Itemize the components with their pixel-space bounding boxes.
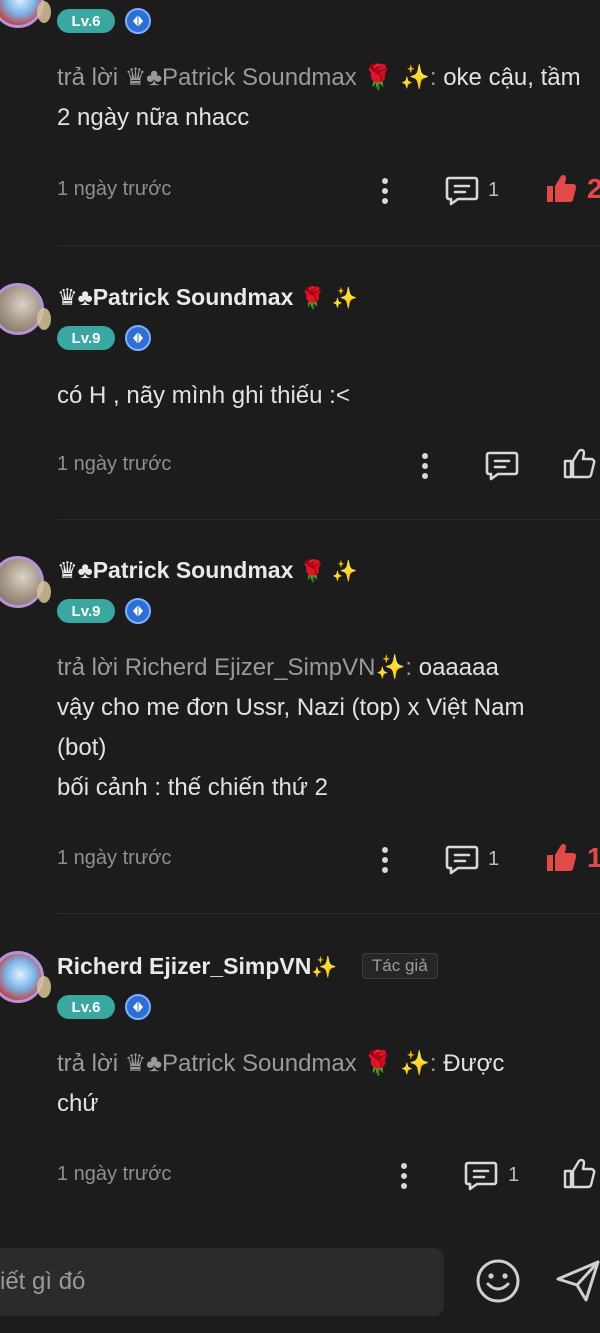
username[interactable]: Richerd Ejizer_SimpVN✨ Tác giả <box>57 953 438 980</box>
comment-line: Được <box>443 1050 505 1077</box>
username-emoji: ✨ <box>311 956 338 979</box>
like-count: 1 <box>587 842 600 873</box>
timestamp: 1 ngày trước <box>57 847 172 869</box>
comment-meta: 1 ngày trước 1 <box>57 1156 600 1196</box>
thumbs-up-icon[interactable] <box>543 171 579 207</box>
timestamp: 1 ngày trước <box>57 178 172 200</box>
divider <box>57 245 600 246</box>
send-icon[interactable] <box>552 1256 600 1306</box>
comment-bubble-icon[interactable] <box>444 841 480 877</box>
level-badge: Lv.9 <box>57 599 115 623</box>
diamond-rank-icon <box>125 598 151 624</box>
user-badges: Lv.9 <box>57 598 151 624</box>
thumbs-up-icon[interactable] <box>561 1156 597 1192</box>
comment-line: (bot) <box>57 734 107 761</box>
user-badges: Lv.9 <box>57 325 151 351</box>
level-badge: Lv.9 <box>57 326 115 350</box>
username[interactable]: ♛♣Patrick Soundmax 🌹 ✨ <box>57 557 358 584</box>
username-text: ♛♣Patrick Soundmax <box>57 284 294 310</box>
comment-line: vậy cho me đơn Ussr, Nazi (top) x Việt N… <box>57 694 525 721</box>
comment-input[interactable]: iết gì đó <box>0 1248 444 1316</box>
avatar[interactable] <box>0 556 51 608</box>
comment-text: trả lời ♛♣Patrick Soundmax 🌹 ✨: Được chứ <box>57 1044 597 1124</box>
avatar[interactable] <box>0 283 51 335</box>
thumbs-up-icon[interactable] <box>543 840 579 876</box>
timestamp: 1 ngày trước <box>57 453 172 475</box>
diamond-rank-icon <box>125 325 151 351</box>
comment-bubble-icon[interactable] <box>444 172 480 208</box>
comment-text: có H , nãy mình ghi thiếu :< <box>57 376 597 416</box>
more-vertical-icon[interactable] <box>400 1160 408 1192</box>
user-badges: Lv.6 <box>57 994 151 1020</box>
divider <box>57 913 600 914</box>
like-count: 2 <box>587 173 600 204</box>
comment-composer: iết gì đó <box>0 1232 600 1333</box>
username-emoji: 🌹 ✨ <box>299 560 358 583</box>
comment-text: trả lời Richerd Ejizer_SimpVN✨: oaaaaa v… <box>57 648 597 808</box>
comment-body: có H , nãy mình ghi thiếu :< <box>57 382 350 409</box>
more-vertical-icon[interactable] <box>381 844 389 876</box>
username-emoji: 🌹 ✨ <box>299 287 358 310</box>
comment-line: chứ <box>57 1090 99 1117</box>
divider <box>57 519 600 520</box>
thumbs-up-icon[interactable] <box>561 446 597 482</box>
diamond-rank-icon <box>125 994 151 1020</box>
more-vertical-icon[interactable] <box>381 175 389 207</box>
avatar[interactable] <box>0 951 51 1003</box>
reply-prefix[interactable]: trả lời ♛♣Patrick Soundmax 🌹 ✨: <box>57 1050 443 1077</box>
comment-line: bối cảnh : thế chiến thứ 2 <box>57 774 328 801</box>
comment-text: trả lời ♛♣Patrick Soundmax 🌹 ✨: oke cậu,… <box>57 58 597 138</box>
more-vertical-icon[interactable] <box>421 450 429 482</box>
avatar[interactable] <box>0 0 51 28</box>
author-tag: Tác giả <box>361 953 438 979</box>
level-badge: Lv.6 <box>57 995 115 1019</box>
reply-count: 1 <box>488 179 500 201</box>
username-text: ♛♣Patrick Soundmax <box>57 557 294 583</box>
diamond-rank-icon <box>125 8 151 34</box>
username[interactable]: ♛♣Patrick Soundmax 🌹 ✨ <box>57 284 358 311</box>
reply-count: 1 <box>488 848 500 870</box>
timestamp: 1 ngày trước <box>57 1163 172 1185</box>
comment-bubble-icon[interactable] <box>463 1157 499 1193</box>
comment-line: oaaaaa <box>418 654 499 681</box>
comment-meta: 1 ngày trước 1 1 <box>57 840 600 880</box>
reply-count: 1 <box>508 1164 520 1186</box>
reply-prefix[interactable]: trả lời Richerd Ejizer_SimpVN✨: <box>57 654 419 681</box>
username-text: Richerd Ejizer_SimpVN <box>57 953 312 979</box>
level-badge: Lv.6 <box>57 9 115 33</box>
reply-prefix[interactable]: trả lời ♛♣Patrick Soundmax 🌹 ✨: <box>57 64 443 91</box>
comment-bubble-icon[interactable] <box>484 447 520 483</box>
comment-meta: 1 ngày trước <box>57 446 600 486</box>
comment-meta: 1 ngày trước 1 2 <box>57 171 600 211</box>
user-badges: Lv.6 <box>57 8 151 34</box>
smiley-icon[interactable] <box>474 1257 522 1305</box>
